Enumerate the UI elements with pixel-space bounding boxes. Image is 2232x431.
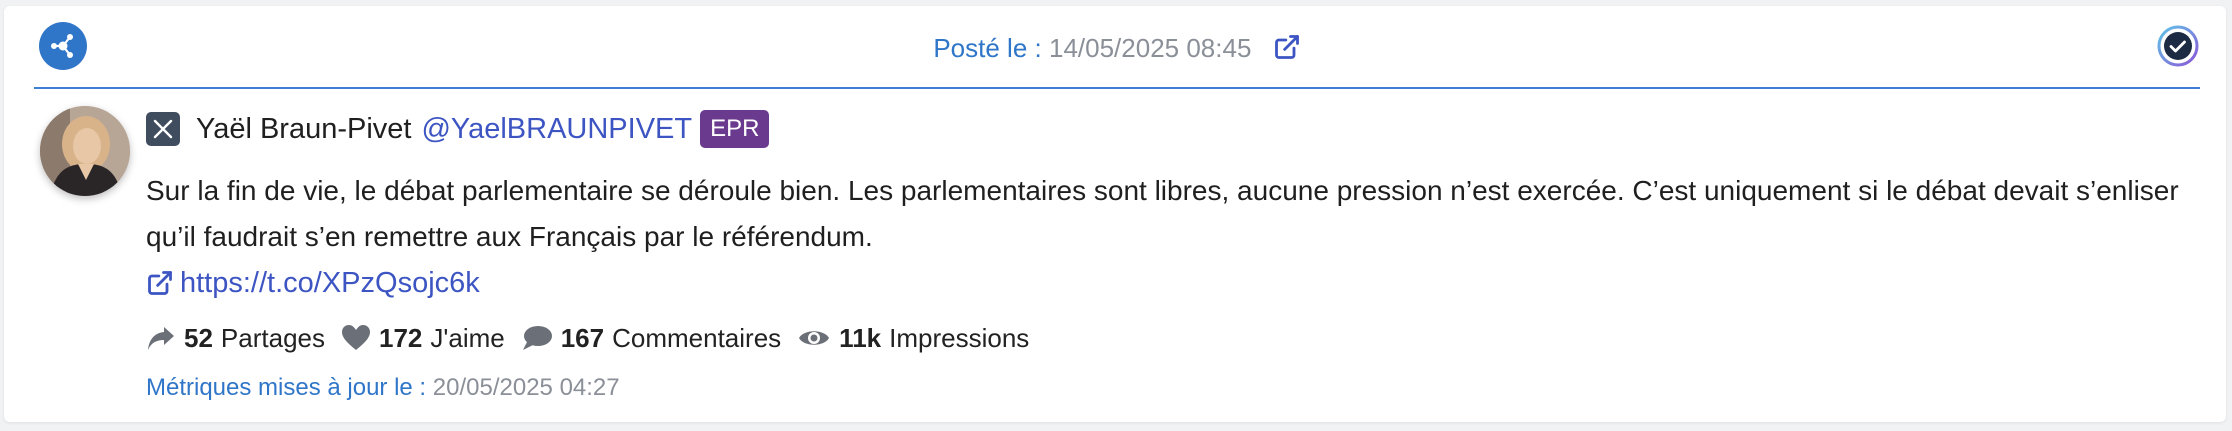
impressions-label: Impressions [889,322,1030,353]
author-line: Yaël Braun-Pivet @YaelBRAUNPIVET EPR [146,108,2206,150]
metric-likes: 172 J'aime [341,323,505,354]
post-link[interactable]: https://t.co/XPzQsojc6k [146,260,2206,306]
author-photo [40,106,130,196]
metrics-row: 52 Partages 172 J'aime 167 Commentaires [146,318,2206,358]
posted-value: 14/05/2025 08:45 [1048,33,1252,63]
author-avatar [40,106,130,196]
author-name: Yaël Braun-Pivet [196,112,412,145]
updated-label: Métriques mises à jour le : [146,374,427,401]
comments-label: Commentaires [612,322,782,353]
updated-value: 20/05/2025 04:27 [432,374,620,401]
author-handle[interactable]: @YaelBRAUNPIVET [421,113,692,146]
comments-value: 167 [560,322,605,353]
metric-comments: 167 Commentaires [521,323,781,354]
likes-value: 172 [379,322,423,353]
external-link-icon [1274,35,1299,59]
x-logo-icon [146,112,180,146]
posted-date: Posté le : 14/05/2025 08:45 [34,32,2200,68]
shares-value: 52 [184,322,213,353]
external-link-icon [148,271,172,295]
metric-shares: 52 Partages [146,323,325,354]
metrics-updated: Métriques mises à jour le : 20/05/2025 0… [146,370,2206,406]
post-text: Sur la fin de vie, le débat parlementair… [146,175,2179,252]
open-original-link[interactable] [1273,33,1301,68]
party-badge: EPR [700,110,770,148]
post-card: Posté le : 14/05/2025 08:45 Yaël Braun-P… [4,6,2226,422]
share-icon [148,327,174,350]
verified-check-icon [2157,25,2199,67]
shares-label: Partages [220,322,325,353]
status-badge[interactable] [2156,24,2200,68]
likes-label: J'aime [430,322,505,353]
heart-icon [342,325,370,350]
eye-icon [799,331,830,345]
metric-impressions: 11k Impressions [797,323,1029,354]
post-header: Posté le : 14/05/2025 08:45 [34,6,2200,89]
impressions-value: 11k [839,322,882,353]
post-link-text[interactable]: https://t.co/XPzQsojc6k [180,267,480,300]
post-content: Yaël Braun-Pivet @YaelBRAUNPIVET EPR Sur… [146,108,2206,406]
posted-label: Posté le : [933,33,1042,63]
comment-icon [522,326,552,350]
